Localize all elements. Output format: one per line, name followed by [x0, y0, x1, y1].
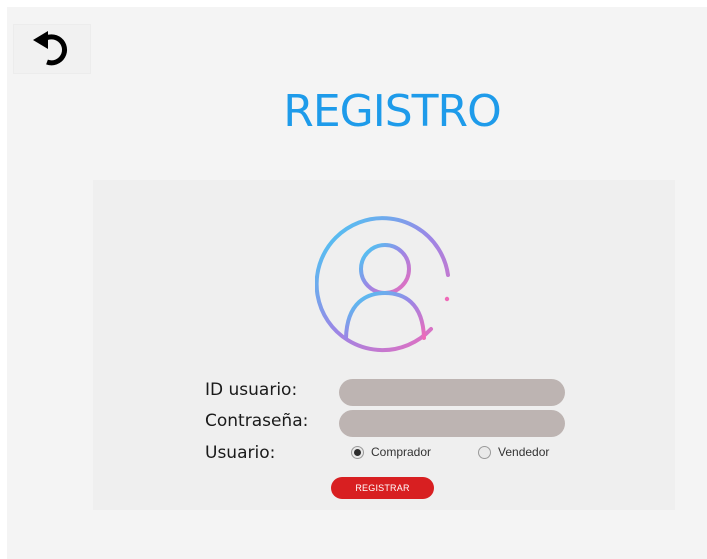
radio-button-unselected[interactable]	[478, 445, 491, 459]
user-id-input[interactable]	[339, 379, 565, 406]
password-input[interactable]	[339, 410, 565, 437]
radio-dot	[354, 448, 361, 456]
radio-comprador-label: Comprador	[371, 445, 432, 459]
user-id-label: ID usuario:	[205, 380, 298, 400]
radio-button-selected[interactable]	[351, 445, 364, 459]
back-button[interactable]	[13, 24, 91, 74]
user-avatar-icon	[315, 216, 450, 353]
password-label: Contraseña:	[205, 411, 309, 431]
radio-comprador[interactable]: Comprador	[351, 445, 431, 459]
page-title: REGISTRO	[283, 86, 501, 137]
radio-vendedor-label: Vendedor	[498, 445, 550, 459]
undo-arrow-icon	[33, 31, 67, 66]
register-button[interactable]: REGISTRAR	[331, 477, 434, 499]
radio-vendedor[interactable]: Vendedor	[478, 445, 549, 459]
user-type-label: Usuario:	[205, 443, 276, 463]
